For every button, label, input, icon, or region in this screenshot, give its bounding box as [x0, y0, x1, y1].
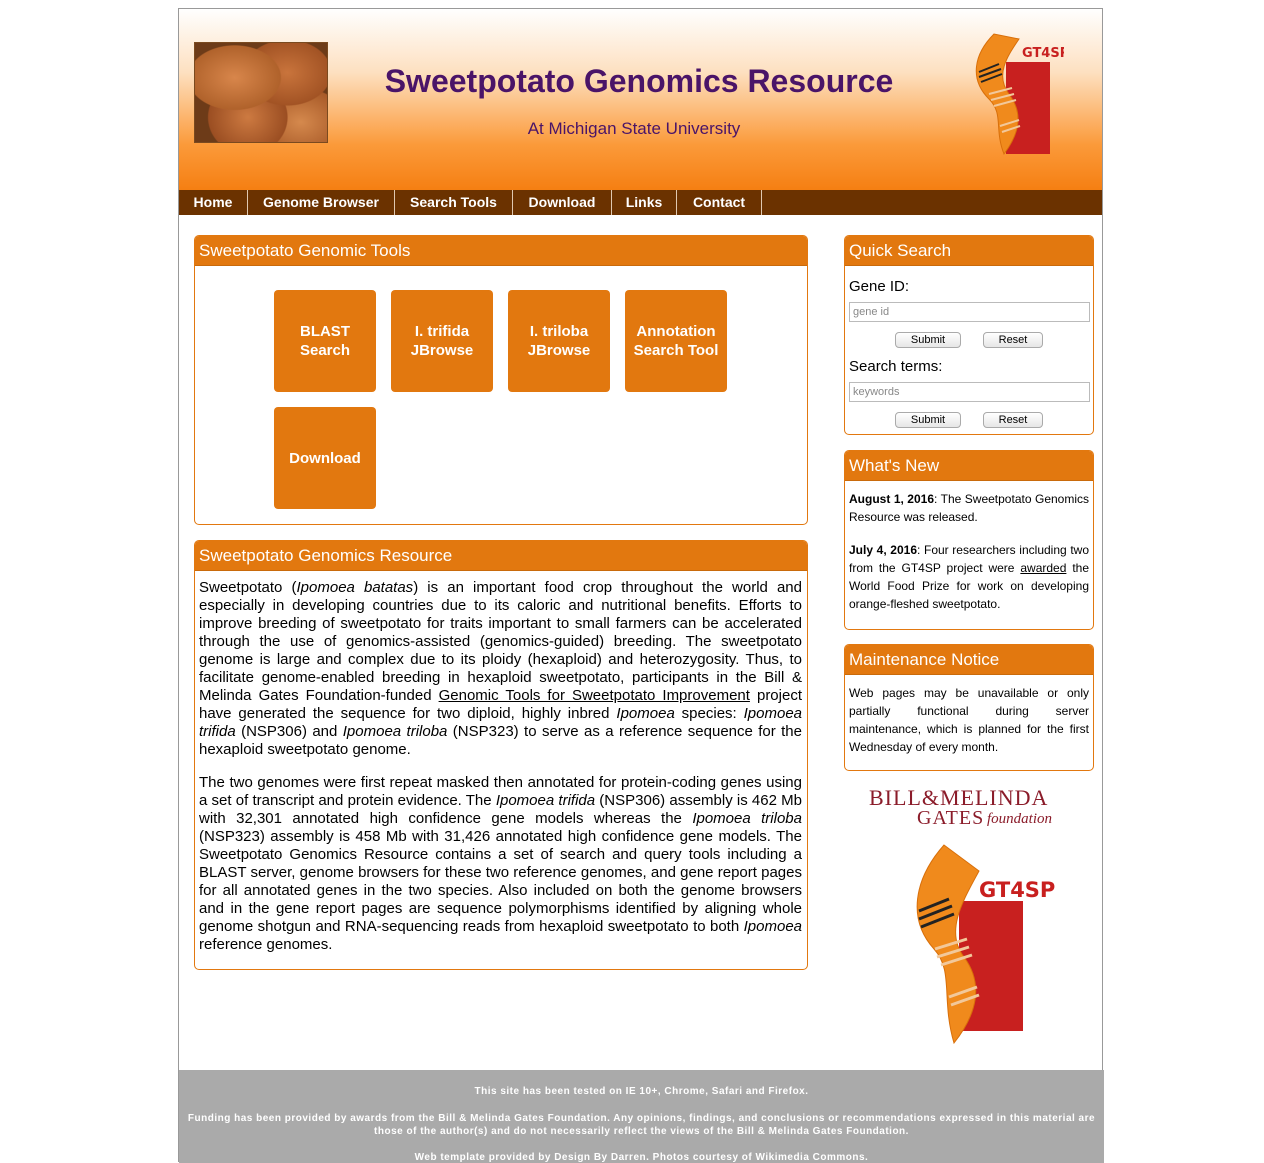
gene-reset-button[interactable]: Reset	[983, 332, 1043, 348]
trifida-jbrowse-button[interactable]: I. trifida JBrowse	[391, 290, 493, 392]
gates-logo-line3: foundation	[987, 811, 1053, 827]
gates-logo-line2: GATES	[917, 807, 985, 829]
main-nav: Home Genome Browser Search Tools Downloa…	[179, 190, 1102, 215]
maintenance-title: Maintenance Notice	[845, 645, 1093, 675]
sweetpotato-photo	[194, 42, 328, 143]
nav-download[interactable]: Download	[513, 190, 612, 215]
maintenance-panel: Maintenance Notice Web pages may be unav…	[844, 644, 1094, 771]
keywords-input[interactable]: keywords	[849, 382, 1090, 402]
genomic-tools-title: Sweetpotato Genomic Tools	[195, 236, 807, 266]
resource-panel-title: Sweetpotato Genomics Resource	[195, 541, 807, 571]
nav-genome-browser[interactable]: Genome Browser	[248, 190, 395, 215]
trifida-jbrowse-line1: I. trifida	[414, 323, 470, 340]
site-header: Sweetpotato Genomics Resource At Michiga…	[179, 9, 1102, 190]
gt4sp-project-link[interactable]: Genomic Tools for Sweetpotato Improvemen…	[439, 687, 750, 704]
site-footer: This site has been tested on IE 10+, Chr…	[179, 1070, 1104, 1163]
gt4sp-logo-text: GT4SP	[979, 878, 1055, 902]
genomic-tools-panel: Sweetpotato Genomic Tools BLAST Search I.…	[194, 235, 808, 525]
news-item-1: August 1, 2016: The Sweetpotato Genomics…	[849, 492, 1090, 524]
footer-browsers: This site has been tested on IE 10+, Chr…	[474, 1086, 809, 1097]
quick-search-panel: Quick Search Gene ID: gene id Submit Res…	[844, 235, 1094, 435]
page-container: Sweetpotato Genomics Resource At Michiga…	[178, 8, 1104, 1163]
triloba-jbrowse-line2: JBrowse	[527, 342, 591, 359]
triloba-jbrowse-line1: I. triloba	[529, 323, 589, 340]
annotation-search-line2: Search Tool	[633, 342, 719, 359]
gt4sp-logo[interactable]: GT4SP	[899, 839, 1069, 1049]
whats-new-panel: What's New August 1, 2016: The Sweetpota…	[844, 450, 1094, 630]
blast-search-line2: Search	[299, 342, 351, 359]
site-subtitle: At Michigan State University	[527, 119, 741, 138]
site-title: Sweetpotato Genomics Resource	[384, 63, 894, 99]
gates-foundation-logo[interactable]: BILL&MELINDA GATES foundation	[867, 785, 1077, 830]
terms-reset-button[interactable]: Reset	[983, 412, 1043, 428]
quick-search-title: Quick Search	[845, 236, 1093, 266]
download-tool-button[interactable]: Download	[274, 407, 376, 509]
gene-submit-button[interactable]: Submit	[895, 332, 961, 348]
search-terms-label: Search terms:	[849, 358, 943, 375]
annotation-search-line1: Annotation	[636, 323, 716, 340]
gene-id-label: Gene ID:	[849, 278, 910, 295]
blast-search-button[interactable]: BLAST Search	[274, 290, 376, 392]
nav-contact[interactable]: Contact	[677, 190, 762, 215]
nav-home[interactable]: Home	[179, 190, 248, 215]
triloba-jbrowse-button[interactable]: I. triloba JBrowse	[508, 290, 610, 392]
trifida-jbrowse-line2: JBrowse	[410, 342, 474, 359]
gt4sp-header-logo[interactable]: GT4SP	[964, 24, 1064, 159]
nav-search-tools[interactable]: Search Tools	[395, 190, 513, 215]
whats-new-title: What's New	[845, 451, 1093, 481]
terms-submit-button[interactable]: Submit	[895, 412, 961, 428]
footer-credits: Web template provided by Design By Darre…	[414, 1152, 869, 1163]
nav-links[interactable]: Links	[612, 190, 677, 215]
maintenance-text: Web pages may be unavailable or only par…	[849, 686, 1089, 754]
news-item-2: July 4, 2016: Four researchers including…	[849, 543, 1089, 611]
resource-paragraph-1: Sweetpotato (Ipomoea batatas) is an impo…	[199, 579, 802, 758]
gt4sp-header-logo-text: GT4SP	[1022, 46, 1064, 61]
footer-funding: Funding has been provided by awards from…	[187, 1113, 1096, 1137]
download-tool-line1: Download	[289, 449, 361, 467]
blast-search-line1: BLAST	[299, 323, 350, 340]
resource-paragraph-2: The two genomes were first repeat masked…	[199, 774, 802, 953]
gene-id-input[interactable]: gene id	[849, 302, 1090, 322]
annotation-search-button[interactable]: Annotation Search Tool	[625, 290, 727, 392]
awarded-link[interactable]: awarded	[1020, 561, 1066, 575]
resource-panel: Sweetpotato Genomics Resource Sweetpotat…	[194, 540, 808, 970]
